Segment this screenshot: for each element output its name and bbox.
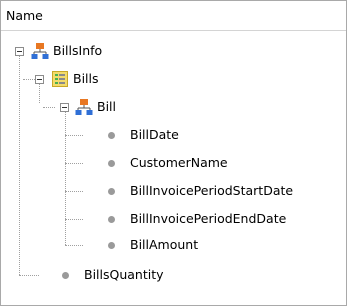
tree-node-billinvoiceperiodenddate[interactable]: BillInvoicePeriodEndDate <box>1 208 341 230</box>
tree-node-label: BillsQuantity <box>84 267 164 282</box>
tree-node-label: BillInvoicePeriodEndDate <box>130 211 287 226</box>
tree-node-customername[interactable]: CustomerName <box>1 152 341 174</box>
tree-node-bill[interactable]: Bill <box>1 96 341 118</box>
attribute-icon <box>108 160 115 167</box>
tree-node-label: Bills <box>73 71 99 86</box>
tree-node-billinvoiceperiodstartdate[interactable]: BillInvoicePeriodStartDate <box>1 180 341 202</box>
tree-node-label: Bill <box>97 99 116 114</box>
collapse-icon[interactable] <box>60 103 69 112</box>
tree-node-label: BillsInfo <box>53 43 103 58</box>
collapse-icon[interactable] <box>35 75 44 84</box>
collapse-icon[interactable] <box>15 47 24 56</box>
tree-node-label: BillInvoicePeriodStartDate <box>130 183 294 198</box>
tree-panel: Name BillsInfo Bills Bill BillDate Custo… <box>0 0 347 306</box>
attribute-icon <box>108 242 115 249</box>
tree-node-billdate[interactable]: BillDate <box>1 124 341 146</box>
attribute-icon <box>62 272 69 279</box>
attribute-icon <box>108 216 115 223</box>
tree-node-label: CustomerName <box>130 155 228 170</box>
column-header-label: Name <box>6 8 43 23</box>
structure-icon <box>31 43 49 59</box>
tree-node-billsinfo[interactable]: BillsInfo <box>1 40 341 62</box>
tree-node-billamount[interactable]: BillAmount <box>1 234 341 256</box>
attribute-icon <box>108 188 115 195</box>
tree-view: BillsInfo Bills Bill BillDate CustomerNa… <box>1 31 346 305</box>
collection-icon <box>52 71 68 87</box>
name-column-header[interactable]: Name <box>1 1 346 31</box>
tree-node-billsquantity[interactable]: BillsQuantity <box>1 264 341 286</box>
attribute-icon <box>108 132 115 139</box>
tree-node-label: BillDate <box>130 127 179 142</box>
tree-node-bills[interactable]: Bills <box>1 68 341 90</box>
tree-node-label: BillAmount <box>130 237 199 252</box>
structure-icon <box>75 99 93 115</box>
